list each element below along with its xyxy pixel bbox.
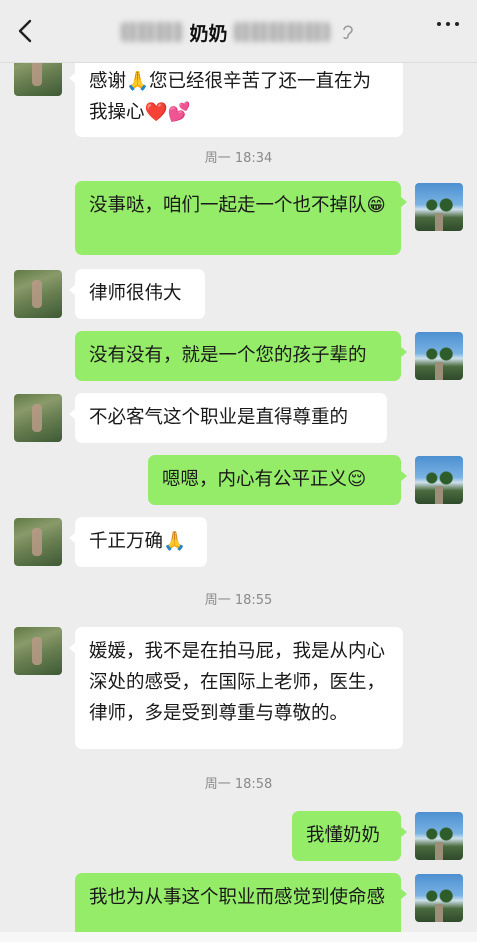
self-avatar[interactable] — [415, 332, 463, 380]
message-text: 没事哒，咱们一起走一个也不掉队😁 — [89, 195, 386, 216]
contact-avatar[interactable] — [14, 627, 62, 675]
message-text: 我懂奶奶 — [306, 825, 381, 846]
message-bubble[interactable]: 不必客气这个职业是直得尊重的 — [69, 393, 387, 443]
self-avatar[interactable] — [415, 183, 463, 231]
more-button[interactable] — [437, 22, 459, 26]
message-text: 媛媛，我不是在拍马屁，我是从内心深处的感受，在国际上老师，医生，律师，多是受到尊… — [89, 641, 386, 724]
message-bubble[interactable]: 我懂奶奶 — [292, 811, 407, 861]
message-bubble[interactable]: 媛媛，我不是在拍马屁，我是从内心深处的感受，在国际上老师，医生，律师，多是受到尊… — [69, 627, 403, 749]
contact-avatar[interactable] — [14, 63, 62, 96]
blurred-name-prefix — [121, 22, 184, 42]
blurred-name-suffix — [233, 22, 330, 42]
contact-avatar[interactable] — [14, 394, 62, 442]
message-text: 嗯嗯，内心有公平正义😌 — [162, 469, 367, 490]
chat-header: 奶奶 — [0, 0, 477, 63]
message-text: 感谢🙏您已经很辛苦了还一直在为我操心❤️💕 — [89, 71, 372, 123]
message-bubble[interactable]: 千正万确🙏 — [69, 517, 207, 567]
self-avatar[interactable] — [415, 456, 463, 504]
message-text: 没有没有，就是一个您的孩子辈的 — [89, 345, 367, 366]
message-text: 律师很伟大 — [89, 283, 182, 304]
message-list[interactable]: 感谢🙏您已经很辛苦了还一直在为我操心❤️💕 周一 18:34 没事哒，咱们一起走… — [0, 63, 477, 942]
message-bubble[interactable]: 感谢🙏您已经很辛苦了还一直在为我操心❤️💕 — [69, 63, 403, 137]
self-avatar[interactable] — [415, 812, 463, 860]
message-bubble[interactable]: 嗯嗯，内心有公平正义😌 — [148, 455, 407, 505]
more-dot — [446, 22, 450, 26]
timestamp: 周一 18:34 — [204, 151, 273, 166]
more-dot — [455, 22, 459, 26]
self-avatar[interactable] — [415, 874, 463, 922]
message-bubble[interactable]: 没有没有，就是一个您的孩子辈的 — [75, 331, 407, 381]
message-bubble[interactable]: 律师很伟大 — [69, 269, 205, 319]
message-text: 我也为从事这个职业而感觉到使命感 — [89, 887, 386, 908]
timestamp: 周一 18:58 — [204, 777, 273, 792]
timestamp: 周一 18:55 — [204, 593, 273, 608]
contact-avatar[interactable] — [14, 518, 62, 566]
ear-icon — [342, 25, 353, 40]
chat-title-area: 奶奶 — [0, 18, 477, 46]
more-dots-icon — [437, 22, 441, 26]
chat-title: 奶奶 — [189, 22, 228, 45]
contact-avatar[interactable] — [14, 270, 62, 318]
input-bar-edge — [0, 932, 477, 942]
message-text: 不必客气这个职业是直得尊重的 — [89, 407, 349, 428]
message-bubble[interactable]: 没事哒，咱们一起走一个也不掉队😁 — [75, 181, 407, 255]
message-text: 千正万确🙏 — [89, 531, 187, 552]
